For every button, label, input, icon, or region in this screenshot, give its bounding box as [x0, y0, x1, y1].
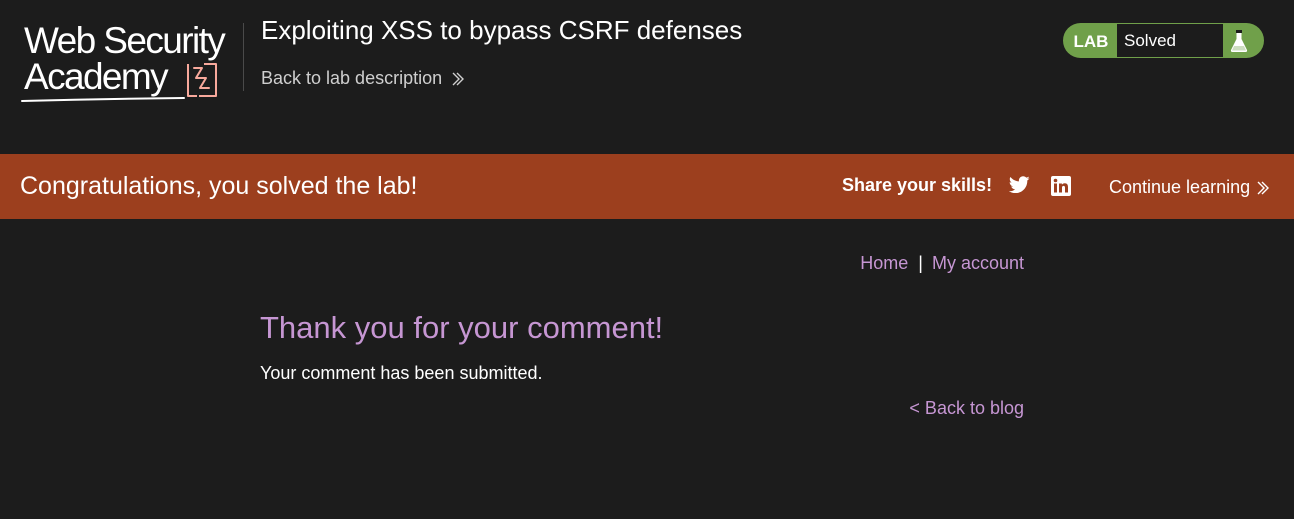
- logo-text-line1: Web Security: [24, 20, 226, 61]
- back-to-lab-description-link[interactable]: Back to lab description: [261, 68, 465, 89]
- logo-underline-icon: [21, 97, 185, 102]
- continue-learning-link[interactable]: Continue learning: [1109, 177, 1270, 198]
- nav-separator: |: [918, 253, 923, 273]
- lab-status-label: LAB: [1073, 32, 1109, 51]
- double-chevron-right-icon: [452, 72, 465, 85]
- lab-status-widget: LAB Solved: [1063, 23, 1264, 58]
- logo-text-line2: Academy: [24, 56, 169, 97]
- submission-message: Your comment has been submitted.: [260, 363, 543, 383]
- share-skills-label: Share your skills!: [842, 175, 993, 195]
- lab-status-value: Solved: [1117, 24, 1223, 57]
- logo-lightning-icon: [187, 63, 217, 97]
- back-to-lab-description-label: Back to lab description: [261, 68, 443, 88]
- lab-title: Exploiting XSS to bypass CSRF defenses: [261, 15, 743, 45]
- linkedin-share-icon[interactable]: [1051, 176, 1071, 201]
- back-to-blog-link[interactable]: < Back to blog: [909, 398, 1024, 419]
- nav-my-account-link[interactable]: My account: [932, 253, 1024, 273]
- top-nav: Home | My account: [860, 253, 1024, 274]
- header-divider: [243, 23, 244, 91]
- page-title: Thank you for your comment!: [260, 310, 664, 345]
- continue-learning-label: Continue learning: [1109, 177, 1251, 197]
- twitter-share-icon[interactable]: [1008, 176, 1030, 199]
- lab-header: Web Security Academy Exploiting XSS to b…: [0, 0, 1294, 154]
- lab-solved-banner: Congratulations, you solved the lab! Sha…: [0, 154, 1294, 219]
- web-security-academy-logo[interactable]: Web Security Academy: [20, 18, 242, 102]
- flask-icon: [1230, 30, 1248, 52]
- nav-home-link[interactable]: Home: [860, 253, 908, 273]
- double-chevron-right-icon: [1257, 181, 1270, 194]
- solved-message: Congratulations, you solved the lab!: [20, 172, 418, 200]
